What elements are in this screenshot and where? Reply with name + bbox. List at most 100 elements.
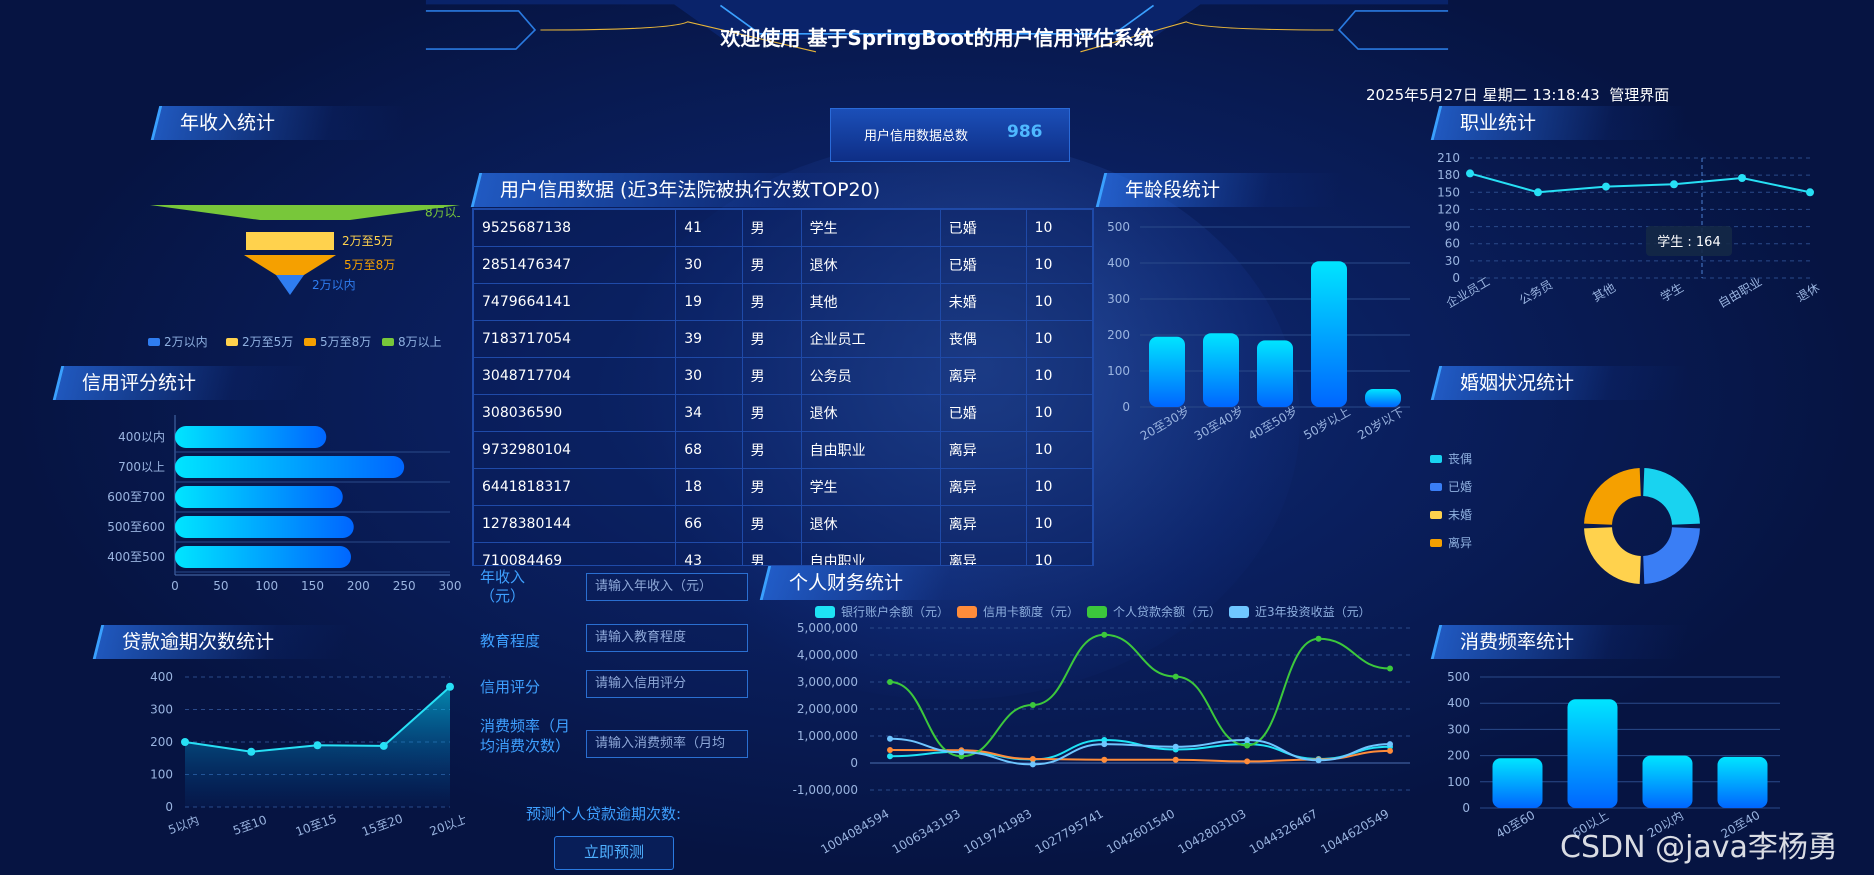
- credit-total-value: 986: [1007, 122, 1043, 142]
- x-tick-label: 5以内: [166, 813, 201, 837]
- legend-swatch: [815, 606, 835, 618]
- legend-swatch: [1087, 606, 1107, 618]
- funnel-segment: [244, 255, 336, 275]
- table-cell: 自由职业: [800, 542, 941, 565]
- table-cell: 已婚: [939, 246, 1027, 284]
- x-tick-label: 公务员: [1516, 277, 1555, 308]
- legend-swatch: [304, 338, 316, 346]
- x-tick-label: 1019741983: [961, 806, 1034, 856]
- y-tick-label: 100: [1107, 364, 1130, 378]
- bar: [1567, 699, 1618, 808]
- y-tick-label: 700以上: [118, 460, 165, 474]
- data-point: [1101, 741, 1108, 748]
- income-funnel-chart: 8万以上 2万至5万 5万至8万 2万以内 2万以内 2万至5万 5万至8万 8万以上: [148, 205, 460, 349]
- credit-score-input[interactable]: 请输入信用评分: [586, 670, 748, 698]
- panel-title-credit-score: 信用评分统计: [52, 366, 312, 400]
- x-tick-label: 15至20: [360, 811, 405, 839]
- table-cell: 710084469: [473, 542, 677, 565]
- panel-title-table: 用户信用数据 (近3年法院被执行次数TOP20): [470, 173, 940, 207]
- y-tick-label: 3,000,000: [797, 675, 858, 689]
- table-cell: 学生: [800, 209, 941, 247]
- consume-frequency-input[interactable]: 请输入消费频率（月均: [586, 730, 748, 758]
- data-point: [446, 682, 454, 691]
- pie-slice: [1643, 468, 1700, 525]
- y-tick-label: 400以内: [118, 430, 165, 444]
- bar: [175, 516, 354, 538]
- y-tick-label: 300: [150, 703, 173, 717]
- table-row[interactable]: 9732980104 68 男自由职业 离异 10: [473, 431, 1093, 469]
- legend-label: 5万至8万: [320, 335, 371, 349]
- table-row[interactable]: 2851476347 30 男退休 已婚 10: [473, 246, 1093, 284]
- page-title: 欢迎使用 基于SpringBoot的用户信用评估系统: [720, 26, 1154, 50]
- series-line: [1469, 172, 1811, 194]
- y-tick-label: 500至600: [107, 520, 165, 534]
- x-tick-label: 1004084594: [818, 806, 891, 856]
- table-row[interactable]: 3048717704 30 男公务员 离异 10: [473, 357, 1093, 395]
- education-input[interactable]: 请输入教育程度: [586, 624, 748, 652]
- table-cell: 10: [1025, 209, 1093, 247]
- table-cell: 企业员工: [800, 320, 941, 358]
- table-row[interactable]: 7479664141 19 男其他 未婚 10: [473, 283, 1093, 321]
- legend-label: 信用卡额度（元）: [983, 604, 1079, 619]
- legend-swatch: [148, 338, 160, 346]
- table-row[interactable]: 710084469 43 男自由职业 离异 10: [473, 542, 1093, 565]
- watermark: CSDN @java李杨勇: [1560, 830, 1838, 865]
- table-cell: 30: [675, 357, 743, 395]
- table-row[interactable]: 308036590 34 男退休 已婚 10: [473, 394, 1093, 432]
- x-tick-label: 150: [301, 579, 324, 593]
- table-row[interactable]: 1278380144 66 男退休 离异 10: [473, 505, 1093, 543]
- table-row[interactable]: 9525687138 41 男学生 已婚 10: [473, 209, 1093, 247]
- y-tick-label: 500: [1447, 670, 1470, 684]
- table-cell: 其他: [800, 283, 941, 321]
- data-point: [958, 749, 965, 756]
- data-point: [887, 747, 893, 754]
- x-tick-label: 1042601540: [1104, 806, 1177, 856]
- data-point: [887, 679, 893, 685]
- legend-label: 近3年投资收益（元）: [1255, 604, 1371, 619]
- y-tick-label: 4,000,000: [797, 648, 858, 662]
- table-cell: 男: [741, 283, 802, 321]
- consume-frequency-label: 消费频率（月均消费次数）: [480, 717, 571, 755]
- table-cell: 离异: [939, 357, 1027, 395]
- data-point: [1315, 635, 1322, 642]
- table-row[interactable]: 6441818317 18 男学生 离异 10: [473, 468, 1093, 506]
- credit-data-table[interactable]: 9525687138 41 男学生 已婚 10 2851476347 30 男退休 已婚 10 74…: [472, 208, 1094, 566]
- y-tick-label: 0: [1122, 400, 1130, 414]
- table-cell: 41: [675, 209, 743, 247]
- y-tick-label: 0: [850, 756, 858, 770]
- y-tick-label: 100: [1447, 775, 1470, 789]
- table-cell: 39: [675, 320, 743, 358]
- y-tick-label: 0: [1462, 801, 1470, 815]
- table-cell: 男: [741, 246, 802, 284]
- datetime-text: 2025年5月27日 星期二 13:18:43: [1366, 86, 1600, 104]
- y-tick-label: 300: [1107, 292, 1130, 306]
- table-cell: 66: [675, 505, 743, 543]
- table-row[interactable]: 7183717054 39 男企业员工 丧偶 10: [473, 320, 1093, 358]
- y-tick-label: 600至700: [107, 490, 165, 504]
- legend-swatch: [382, 338, 394, 346]
- legend-label: 丧偶: [1448, 452, 1472, 466]
- y-tick-label: 0: [165, 800, 173, 814]
- y-tick-label: 400: [1107, 256, 1130, 270]
- data-point: [1101, 756, 1108, 763]
- predict-button[interactable]: 立即预测: [554, 836, 674, 870]
- data-point: [1738, 174, 1746, 182]
- table-cell: 18: [675, 468, 743, 506]
- income-input[interactable]: 请输入年收入（元）: [586, 573, 748, 601]
- x-tick-label: 20至30岁: [1137, 403, 1192, 443]
- table-cell: 男: [741, 431, 802, 469]
- admin-link[interactable]: 管理界面: [1609, 86, 1669, 104]
- education-label: 教育程度: [480, 632, 541, 650]
- table-cell: 10: [1025, 283, 1093, 321]
- legend-label: 未婚: [1448, 508, 1472, 522]
- panel-title-marriage: 婚姻状况统计: [1430, 366, 1690, 400]
- data-point: [313, 741, 322, 750]
- y-tick-label: 500: [1107, 220, 1130, 234]
- table-cell: 退休: [800, 505, 941, 543]
- data-point: [1466, 169, 1474, 178]
- table-cell: 3048717704: [473, 357, 677, 395]
- y-tick-label: 300: [1447, 722, 1470, 736]
- x-tick-label: 1027795741: [1033, 806, 1106, 856]
- y-tick-label: 2,000,000: [797, 702, 858, 716]
- data-point: [1244, 737, 1251, 744]
